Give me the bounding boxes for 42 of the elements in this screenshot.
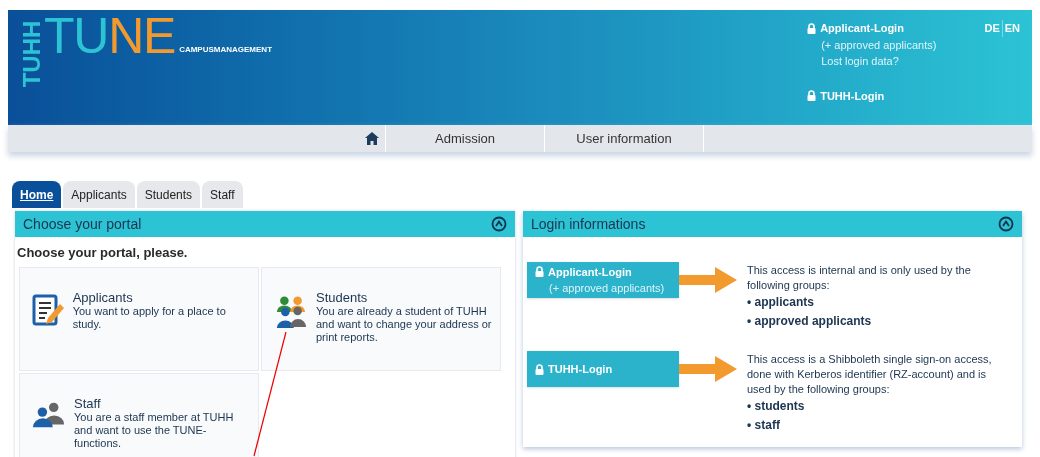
panel-title: Login informations [531,214,646,234]
logo-text: TUNE [44,14,176,58]
card-title: Staff [74,395,102,411]
card-description: You are a staff member at TUHH and want to use the TUNE-functions. [74,410,235,450]
card-description: You are already a student of TUHH and want to change your address or print reports. [316,304,492,344]
lock-icon [807,22,817,34]
people-icon [274,293,308,330]
group-item: • applicants [747,294,815,311]
login-badge-label: Applicant-Login [535,263,671,280]
tab[interactable]: Students [136,181,201,208]
nav-item[interactable]: User information [545,125,704,152]
form-pencil-icon [32,293,65,328]
group-item: • students [747,398,806,415]
lock-icon [535,363,544,375]
card-title: Applicants [72,289,134,305]
group-item: • approved applicants [747,313,873,330]
collapse-icon[interactable] [998,216,1014,232]
access-description: This access is a Shibboleth single sign-on access, done with Kerberos identifier (RZ-account) and is used by the following groups: [747,352,993,397]
logo-side-text: TUHH [20,19,44,90]
card-description: You want to apply for a place to study. [72,304,227,331]
access-description: This access is internal and is only used by the following groups: [747,263,972,293]
panel-title: Choose your portal [23,214,142,234]
portal-card[interactable]: Applicants You want to apply for a place to study. [19,266,259,371]
group-item: • staff [747,417,781,434]
collapse-icon[interactable] [491,216,507,232]
login-badge-subtext: (+ approved applicants) [548,281,666,296]
card-title: Students [316,289,369,305]
login-subtext: (+ approved applicants) [820,37,937,53]
intro-text: Choose your portal, please. [16,244,189,262]
login-badge-label: TUHH-Login [535,360,671,378]
portal-card[interactable]: Students You are already a student of TUHH and want to change your address or print reports. [261,266,501,371]
portal-card[interactable]: Staff You are a staff member at TUHH and want to use the TUNE-functions. [19,372,259,457]
logo-subtitle: CAMPUSMANAGEMENT [179,44,272,56]
home-icon[interactable] [364,132,379,145]
nav-item[interactable]: Admission [386,125,545,152]
tab[interactable]: Staff [202,181,243,208]
arrow-icon [679,356,737,382]
arrow-icon [679,267,737,293]
lock-icon [807,90,817,102]
tab[interactable]: Home [12,181,62,208]
lock-icon [535,266,544,278]
tab[interactable]: Applicants [63,181,135,208]
